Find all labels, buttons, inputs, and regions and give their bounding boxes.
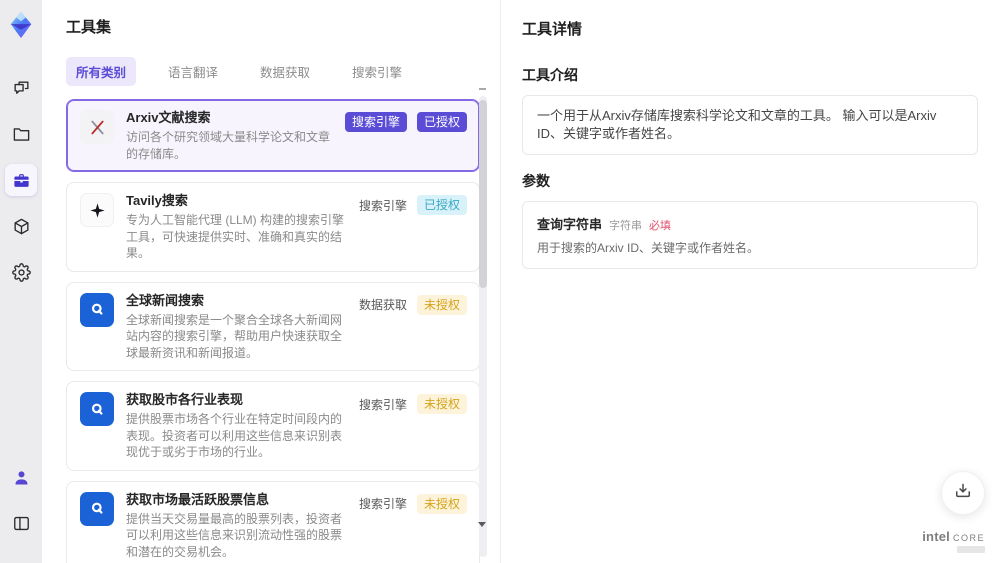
category-tabs: 所有类别 语言翻译 数据获取 搜索引擎 [66, 57, 480, 86]
tool-list-item[interactable]: Arxiv文献搜索访问各个研究领域大量科学论文和文章的存储库。 搜索引擎 已授权 [66, 99, 480, 172]
tool-list-item[interactable]: 获取市场最活跃股票信息提供当天交易量最高的股票列表，投资者可以利用这些信息来识别… [66, 480, 480, 563]
tool-list-item[interactable]: 获取股市各行业表现提供股票市场各个行业在特定时间段内的表现。投资者可以利用这些信… [66, 381, 480, 471]
tool-list-panel: 工具集 所有类别 语言翻译 数据获取 搜索引擎 Arxiv文献搜索 访问各个研究领域大量… [42, 0, 500, 563]
tab-数据获取[interactable]: 数据获取 [250, 57, 320, 86]
download-button[interactable] [941, 471, 985, 515]
tool-name: Tavily搜索 [126, 193, 188, 208]
tool-category-label: 搜索引擎 [358, 198, 407, 213]
panel-icon[interactable] [5, 507, 37, 539]
param-card: 查询字符串 字符串 必填 用于搜索的Arxiv ID、关键字或作者姓名。 [522, 201, 978, 269]
sidebar-nav-top [5, 72, 37, 302]
intel-logo-subtext [957, 546, 985, 553]
tavily-icon [80, 193, 114, 227]
tool-list-item[interactable]: 全球新闻搜索全球新闻搜索是一个聚合全球各大新闻网站内容的搜索引擎，帮助用户快速获… [66, 281, 480, 371]
tab-所有类别[interactable]: 所有类别 [66, 57, 137, 86]
scrollbar-thumb[interactable] [479, 100, 487, 288]
qblue-icon [80, 392, 114, 426]
tool-description: 提供股票市场各个行业在特定时间段内的表现。投资者可以利用这些信息来识别表现优于或… [126, 412, 343, 459]
tool-auth-badge: 已授权 [416, 195, 467, 215]
tool-name: 获取股市各行业表现 [126, 392, 244, 407]
tool-list-item[interactable]: Tavily搜索专为人工智能代理 (LLM) 构建的搜索引擎工具，可快速提供实时… [66, 182, 480, 272]
intel-core-logo: intel core [922, 530, 985, 553]
tool-category-label: 数据获取 [358, 298, 407, 312]
tool-name: 获取市场最活跃股票信息 [126, 491, 270, 507]
tool-detail-panel: 工具详情 工具介绍 一个用于从Arxiv存储库搜索科学论文和文章的工具。 输入可… [500, 0, 1000, 563]
tab-语言翻译[interactable]: 语言翻译 [158, 57, 228, 86]
tool-description: 专为人工智能代理 (LLM) 构建的搜索引擎工具，可快速提供实时、准确和真实的结… [126, 213, 345, 260]
qblue-icon [80, 491, 114, 526]
tool-name: Arxiv文献搜索 [126, 110, 211, 125]
cube-icon[interactable] [5, 210, 37, 242]
icon-rail [0, 0, 42, 563]
toolbox-icon[interactable] [5, 164, 37, 196]
detail-title: 工具详情 [522, 21, 583, 38]
arxiv-icon [80, 110, 114, 144]
folder-icon[interactable] [5, 118, 37, 150]
tool-auth-badge: 未授权 [416, 493, 467, 514]
app-window: 工具集 所有类别 语言翻译 数据获取 搜索引擎 Arxiv文献搜索 访问各个研究领域大量… [0, 0, 1000, 563]
tool-auth-badge: 未授权 [416, 294, 467, 315]
list-scrollbar[interactable] [479, 96, 487, 557]
tool-auth-badge: 未授权 [416, 394, 467, 414]
tool-category-label: 搜索引擎 [358, 497, 407, 511]
download-icon [953, 481, 973, 506]
scroll-down-arrow-icon[interactable] [478, 522, 486, 527]
intro-heading: 工具介绍 [522, 67, 578, 83]
tool-description: 访问各个研究领域大量科学论文和文章的存储库。 [126, 130, 331, 161]
app-logo-icon[interactable] [5, 8, 37, 42]
param-required-badge: 必填 [649, 220, 672, 232]
param-description: 用于搜索的Arxiv ID、关键字或作者姓名。 [537, 241, 760, 255]
sidebar-nav-bottom [5, 461, 37, 553]
chat-icon[interactable] [5, 72, 37, 104]
param-name: 查询字符串 [537, 217, 603, 232]
tool-category-label: 搜索引擎 [344, 112, 407, 132]
qblue-icon [80, 292, 114, 327]
param-type: 字符串 [609, 220, 643, 232]
params-heading: 参数 [522, 173, 550, 189]
intro-text: 一个用于从Arxiv存储库搜索科学论文和文章的工具。 输入可以是Arxiv ID… [522, 95, 978, 155]
tool-list: Arxiv文献搜索 访问各个研究领域大量科学论文和文章的存储库。 搜索引擎 已授权 Ta… [66, 99, 480, 563]
scroll-collapse-dash[interactable] [479, 88, 486, 90]
tool-category-label: 搜索引擎 [358, 397, 407, 412]
settings-icon[interactable] [5, 256, 37, 288]
tool-description: 提供当天交易量最高的股票列表，投资者可以利用这些信息来识别流动性强的股票和潜在的… [126, 511, 343, 559]
user-icon[interactable] [5, 461, 37, 493]
tool-description: 全球新闻搜索是一个聚合全球各大新闻网站内容的搜索引擎，帮助用户快速获取全球最新资… [126, 312, 343, 360]
page-title: 工具集 [66, 19, 112, 36]
tool-auth-badge: 已授权 [416, 112, 467, 132]
tab-搜索引擎[interactable]: 搜索引擎 [342, 57, 412, 86]
tool-name: 全球新闻搜索 [126, 292, 205, 308]
